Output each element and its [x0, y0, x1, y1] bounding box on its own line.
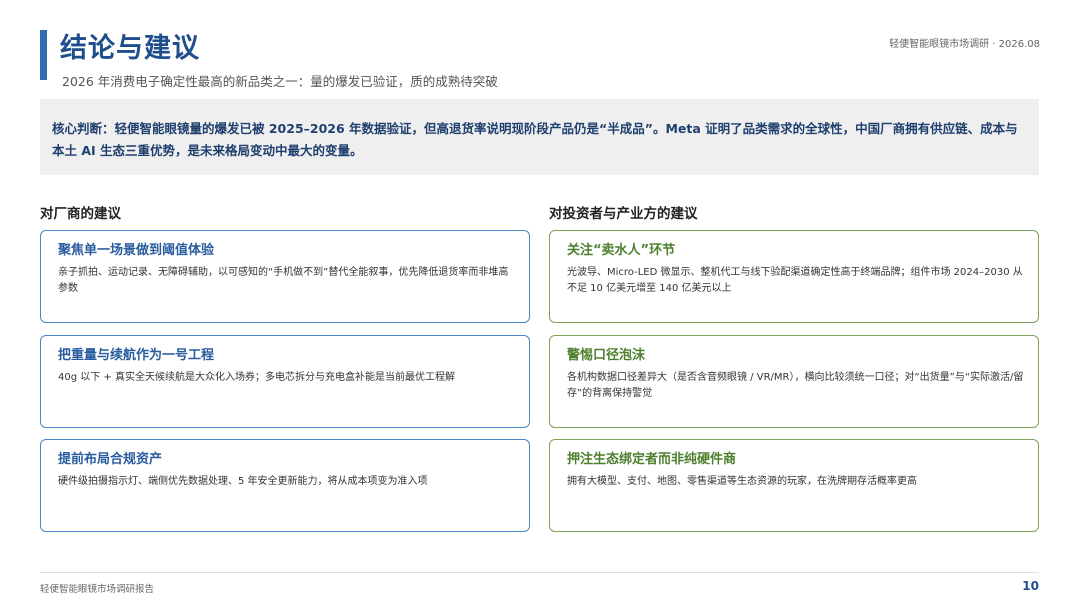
card-title: 押注生态绑定者而非纯硬件商 — [567, 452, 737, 467]
core-judgment-text: 核心判断：轻便智能眼镜量的爆发已被 2025–2026 年数据验证，但高退货率说… — [52, 121, 1018, 158]
manufacturer-advice-heading: 对厂商的建议 — [40, 206, 121, 222]
core-judgment-box: 核心判断：轻便智能眼镜量的爆发已被 2025–2026 年数据验证，但高退货率说… — [40, 99, 1039, 175]
card-body: 40g 以下 + 真实全天候续航是大众化入场券；多电芯拆分与充电盒补能是当前最优… — [58, 372, 455, 383]
card-title: 聚焦单一场景做到阈值体验 — [58, 243, 215, 258]
card-title: 把重量与续航作为一号工程 — [58, 348, 215, 363]
footer-divider — [40, 572, 1039, 573]
manufacturer-advice-card-2: 把重量与续航作为一号工程 40g 以下 + 真实全天候续航是大众化入场券；多电芯… — [40, 335, 530, 428]
card-title: 警惕口径泡沫 — [567, 348, 646, 363]
title-accent-bar — [40, 30, 47, 80]
card-body: 各机构数据口径差异大（是否含音频眼镜 / VR/MR），横向比较须统一口径；对“… — [567, 372, 1024, 399]
page-subtitle: 2026 年消费电子确定性最高的新品类之一：量的爆发已验证，质的成熟待突破 — [62, 74, 498, 89]
page-title: 结论与建议 — [60, 33, 200, 64]
report-header-label: 轻便智能眼镜市场调研 · 2026.08 — [889, 39, 1040, 50]
investor-advice-heading: 对投资者与产业方的建议 — [549, 206, 698, 222]
investor-advice-card-2: 警惕口径泡沫 各机构数据口径差异大（是否含音频眼镜 / VR/MR），横向比较须… — [549, 335, 1039, 428]
investor-advice-card-3: 押注生态绑定者而非纯硬件商 拥有大模型、支付、地图、零售渠道等生态资源的玩家，在… — [549, 439, 1039, 532]
card-title: 关注“卖水人”环节 — [567, 243, 676, 258]
card-body: 拥有大模型、支付、地图、零售渠道等生态资源的玩家，在洗牌期存活概率更高 — [567, 476, 917, 487]
card-title: 提前布局合规资产 — [58, 452, 163, 467]
manufacturer-advice-card-1: 聚焦单一场景做到阈值体验 亲子抓拍、运动记录、无障碍辅助，以可感知的“手机做不到… — [40, 230, 530, 323]
investor-advice-card-1: 关注“卖水人”环节 光波导、Micro-LED 微显示、整机代工与线下验配渠道确… — [549, 230, 1039, 323]
page-number: 10 — [1022, 579, 1039, 593]
card-body: 亲子抓拍、运动记录、无障碍辅助，以可感知的“手机做不到”替代全能叙事，优先降低退… — [58, 267, 509, 294]
card-body: 硬件级拍摄指示灯、端侧优先数据处理、5 年安全更新能力，将从成本项变为准入项 — [58, 476, 428, 487]
card-body: 光波导、Micro-LED 微显示、整机代工与线下验配渠道确定性高于终端品牌；组… — [567, 267, 1023, 294]
manufacturer-advice-card-3: 提前布局合规资产 硬件级拍摄指示灯、端侧优先数据处理、5 年安全更新能力，将从成… — [40, 439, 530, 532]
footer-report-name: 轻便智能眼镜市场调研报告 — [40, 584, 155, 595]
